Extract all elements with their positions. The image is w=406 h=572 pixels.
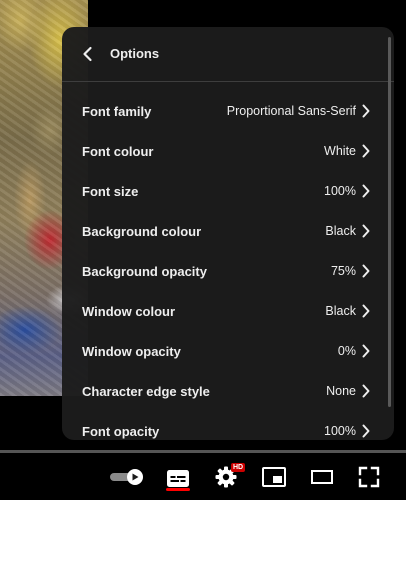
subtitle-options-panel: Options Font family Proportional Sans-Se…	[62, 27, 394, 440]
option-label: Font colour	[82, 143, 154, 159]
option-label: Font opacity	[82, 423, 160, 439]
panel-title: Options	[110, 46, 160, 61]
option-value: Black	[325, 224, 356, 238]
option-window-colour[interactable]: Window colour Black	[62, 291, 394, 331]
option-font-size[interactable]: Font size 100%	[62, 171, 394, 211]
panel-scrollbar[interactable]	[388, 37, 391, 407]
video-player[interactable]: Options Font family Proportional Sans-Se…	[0, 0, 406, 500]
options-list: Font family Proportional Sans-Serif Font…	[62, 91, 394, 440]
chevron-left-icon[interactable]	[78, 44, 98, 64]
player-controls: HD	[0, 455, 406, 500]
progress-bar[interactable]	[0, 450, 406, 453]
chevron-right-icon	[362, 304, 370, 318]
option-font-opacity[interactable]: Font opacity 100%	[62, 411, 394, 440]
option-value: 100%	[324, 424, 356, 438]
option-value: Proportional Sans-Serif	[226, 104, 356, 118]
option-label: Window colour	[82, 303, 176, 319]
chevron-right-icon	[362, 344, 370, 358]
option-character-edge-style[interactable]: Character edge style None	[62, 371, 394, 411]
panel-header: Options	[62, 27, 394, 82]
option-label: Font size	[82, 183, 139, 199]
chevron-right-icon	[362, 384, 370, 398]
chevron-right-icon	[362, 144, 370, 158]
option-value: 0%	[337, 344, 356, 358]
chevron-right-icon	[362, 184, 370, 198]
option-label: Window opacity	[82, 343, 181, 359]
option-window-opacity[interactable]: Window opacity 0%	[62, 331, 394, 371]
option-value: 75%	[330, 264, 356, 278]
option-label: Character edge style	[82, 383, 210, 399]
chevron-right-icon	[362, 104, 370, 118]
hd-badge: HD	[231, 463, 246, 472]
option-background-colour[interactable]: Background colour Black	[62, 211, 394, 251]
option-font-colour[interactable]: Font colour White	[62, 131, 394, 171]
chevron-right-icon	[362, 424, 370, 438]
chevron-right-icon	[362, 264, 370, 278]
fullscreen-icon[interactable]	[357, 465, 381, 489]
miniplayer-icon[interactable]	[261, 465, 287, 489]
option-label: Background colour	[82, 223, 202, 239]
option-label: Background opacity	[82, 263, 207, 279]
autoplay-toggle-icon[interactable]	[109, 468, 145, 486]
option-value: White	[324, 144, 356, 158]
theater-mode-icon[interactable]	[310, 467, 334, 487]
option-background-opacity[interactable]: Background opacity 75%	[62, 251, 394, 291]
option-font-family[interactable]: Font family Proportional Sans-Serif	[62, 91, 394, 131]
subtitles-active-indicator	[166, 488, 190, 491]
option-value: Black	[325, 304, 356, 318]
option-value: 100%	[324, 184, 356, 198]
option-value: None	[326, 384, 356, 398]
option-label: Font family	[82, 103, 152, 119]
chevron-right-icon	[362, 224, 370, 238]
